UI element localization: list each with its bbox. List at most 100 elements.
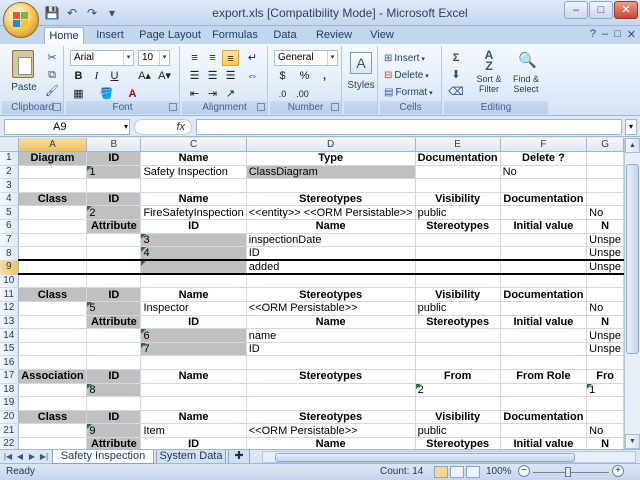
insert-cells-button[interactable]: ⊞ Insert ▾ [384,50,425,67]
align-right-icon[interactable]: ☰ [222,68,239,84]
cell[interactable] [415,328,501,343]
help-icon[interactable]: ? [590,28,596,41]
cell[interactable]: Diagram [18,151,88,166]
cell[interactable] [140,396,247,411]
number-format-select[interactable]: General ▾ [274,50,338,66]
cell[interactable]: Association [18,369,88,384]
cell[interactable]: Safety Inspection [140,165,247,180]
prev-sheet-icon[interactable]: ◀ [15,451,25,463]
cell[interactable]: From [415,369,501,384]
zoom-out-icon[interactable]: − [518,465,530,477]
cell[interactable]: No [500,165,588,180]
cell[interactable]: Attribute [86,437,142,449]
page-layout-view-icon[interactable] [450,466,464,478]
cell[interactable]: <<entity>> <<ORM Persistable>> [246,205,416,221]
row-header[interactable]: 4 [0,192,19,207]
cell[interactable]: Stereotypes [415,219,501,234]
cell[interactable] [586,410,624,425]
grow-font-button[interactable]: A▴ [136,68,153,84]
cell[interactable] [586,274,624,289]
align-left-icon[interactable]: ☰ [186,68,203,84]
cell[interactable]: name [246,328,416,343]
cell[interactable] [500,355,588,370]
zoom-level[interactable]: 100% [486,466,512,477]
doc-close-icon[interactable]: ✕ [627,28,636,41]
cell[interactable]: Stereotypes [246,369,416,384]
cell[interactable] [18,383,88,398]
cell[interactable]: 2 [86,205,142,221]
cell[interactable] [18,178,88,193]
cell[interactable] [18,260,88,276]
cell[interactable] [86,342,142,357]
row-header[interactable]: 15 [0,342,19,357]
horizontal-scrollbar[interactable] [262,451,636,463]
percent-button[interactable]: % [296,68,313,84]
column-header[interactable]: C [140,138,247,153]
last-sheet-icon[interactable]: ▶| [39,451,49,463]
cell[interactable]: added [246,260,416,276]
tab-review[interactable]: Review [312,27,356,44]
cell[interactable] [246,274,416,289]
cell[interactable]: Unspe [586,342,624,357]
cell[interactable]: Stereotypes [246,410,416,425]
cell[interactable] [18,396,88,411]
doc-restore-icon[interactable]: □ [614,28,621,41]
tab-view[interactable]: View [364,27,400,44]
align-center-icon[interactable]: ☰ [204,68,221,84]
row-header[interactable]: 10 [0,274,19,289]
cell[interactable] [586,165,624,180]
page-break-view-icon[interactable] [466,466,480,478]
cell[interactable] [18,437,88,449]
cell[interactable] [500,178,588,193]
worksheet-grid[interactable]: ABCDEFG 1 Diagram ID Name Type Documentation D… [0,138,624,449]
cell[interactable] [18,355,88,370]
row-header[interactable]: 13 [0,315,19,330]
paste-button[interactable]: Paste [6,48,42,98]
cell[interactable]: Stereotypes [415,437,501,449]
cell[interactable]: Unspe [586,233,624,248]
dialog-launcher-icon[interactable] [331,103,339,111]
cell[interactable] [86,246,142,262]
row-header[interactable]: 5 [0,205,19,221]
cell[interactable]: 2 [415,383,501,398]
cell[interactable] [500,396,588,411]
cell[interactable]: Item [140,423,247,438]
cell[interactable] [86,355,142,370]
cell[interactable] [18,423,88,438]
cell[interactable]: Name [140,192,247,207]
row-header[interactable]: 22 [0,437,19,449]
cell[interactable]: Documentation [500,192,588,207]
cell[interactable]: Initial value [500,315,588,330]
cell[interactable]: 8 [86,383,142,398]
cell[interactable]: No [586,423,624,438]
row-header[interactable]: 20 [0,410,19,425]
zoom-slider[interactable] [533,472,609,473]
column-header[interactable]: A [18,138,88,153]
cell[interactable] [500,274,588,289]
cell[interactable]: ID [86,287,142,303]
cell[interactable]: inspectionDate [246,233,416,248]
decrease-indent-icon[interactable]: ⇤ [186,86,203,102]
column-header[interactable]: B [86,138,142,153]
dialog-launcher-icon[interactable] [257,103,265,111]
cell[interactable]: Class [18,410,88,425]
horizontal-scroll-thumb[interactable] [275,453,575,462]
cell[interactable] [86,274,142,289]
select-all-corner[interactable] [0,138,19,153]
cell[interactable]: Documentation [500,287,588,303]
office-button[interactable] [3,2,39,38]
cell[interactable] [18,219,88,234]
expand-formula-bar-icon[interactable]: ▾ [625,119,637,135]
cell[interactable] [500,342,588,357]
row-header[interactable]: 7 [0,233,19,248]
cell[interactable] [415,246,501,262]
cell[interactable]: 5 [86,301,142,316]
formula-input[interactable] [196,119,622,135]
vertical-scrollbar[interactable]: ▲ ▼ [624,138,640,449]
cell[interactable] [246,355,416,370]
column-header[interactable]: E [415,138,501,153]
cell[interactable]: ID [246,246,416,262]
row-header[interactable]: 12 [0,301,19,316]
vertical-scroll-thumb[interactable] [626,164,639,354]
cell[interactable]: 1 [586,383,624,398]
